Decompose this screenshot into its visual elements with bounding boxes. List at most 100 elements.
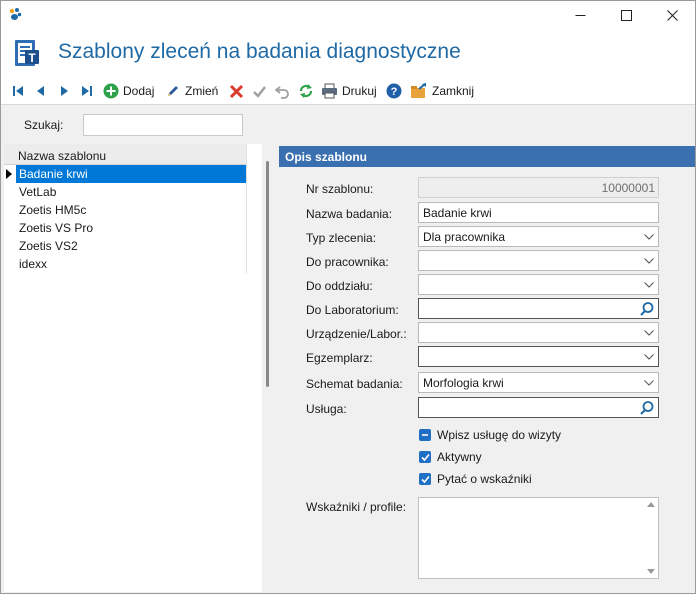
refresh-button[interactable] (298, 81, 314, 101)
schemat-badania-label: Schemat badania: (306, 377, 403, 391)
next-record-icon (61, 86, 68, 96)
nr-szablonu-label: Nr szablonu: (306, 182, 374, 196)
confirm-button[interactable] (252, 81, 267, 101)
list-item[interactable]: Badanie krwi (16, 165, 246, 183)
exit-folder-icon (411, 83, 426, 98)
pytac-checkbox[interactable]: Pytać o wskaźniki (419, 472, 532, 486)
edit-button-label: Zmień (185, 84, 219, 98)
search-icon[interactable] (639, 400, 655, 416)
minimize-button[interactable] (557, 1, 603, 29)
nazwa-badania-value: Badanie krwi (423, 206, 492, 220)
do-oddzialu-select[interactable] (418, 274, 659, 295)
close-form-button-label: Zamknij (432, 84, 475, 98)
current-row-pointer-icon (6, 169, 12, 179)
first-record-icon (13, 86, 23, 96)
last-record-button[interactable] (80, 81, 94, 101)
indeterminate-checkbox-icon (419, 429, 431, 441)
previous-record-icon (37, 86, 44, 96)
refresh-icon (299, 84, 313, 98)
scroll-up-icon[interactable] (647, 502, 655, 507)
close-icon (666, 9, 678, 21)
usluga-lookup[interactable] (418, 397, 659, 418)
template-list-panel: Nazwa szablonu Badanie krwi VetLab Zoeti… (4, 144, 262, 592)
chevron-down-icon (644, 258, 654, 264)
chevron-down-icon (644, 282, 654, 288)
checkbox-checked-icon (419, 451, 431, 463)
pencil-icon (168, 86, 178, 96)
printer-icon (322, 83, 337, 99)
chevron-down-icon (644, 234, 654, 240)
urzadzenie-label: Urządzenie/Labor.: (306, 327, 407, 341)
section-title: Opis szablonu (285, 150, 368, 164)
list-column-header-label: Nazwa szablonu (18, 149, 107, 163)
template-details-panel: Opis szablonu Nr szablonu: 10000001 Nazw… (279, 144, 695, 592)
app-logo-icon (9, 8, 22, 20)
help-icon: ? (386, 83, 402, 99)
wpisz-usluge-checkbox[interactable]: Wpisz usługę do wizyty (419, 428, 561, 442)
nr-szablonu-value: 10000001 (601, 181, 655, 195)
schemat-badania-select[interactable]: Morfologia krwi (418, 372, 659, 393)
add-button[interactable]: Dodaj (103, 81, 154, 101)
title-bar (1, 1, 695, 29)
usluga-label: Usługa: (306, 402, 347, 416)
chevron-down-icon (644, 330, 654, 336)
typ-zlecenia-value: Dla pracownika (423, 230, 506, 244)
nazwa-badania-input[interactable]: Badanie krwi (418, 202, 659, 223)
svg-text:?: ? (391, 86, 398, 98)
list-item[interactable]: Zoetis HM5c (16, 201, 246, 219)
last-record-icon (82, 86, 92, 96)
search-label: Szukaj: (24, 118, 64, 132)
list-column-header[interactable]: Nazwa szablonu (4, 144, 246, 165)
panel-splitter[interactable] (266, 161, 269, 387)
list-item[interactable]: Zoetis VS Pro (16, 219, 246, 237)
checkbox-checked-icon (419, 473, 431, 485)
do-laboratorium-label: Do Laboratorium: (306, 303, 399, 317)
list-item[interactable]: Zoetis VS2 (16, 237, 246, 255)
previous-record-button[interactable] (34, 81, 48, 101)
undo-button[interactable] (275, 81, 290, 101)
search-input[interactable] (83, 114, 243, 136)
aktywny-label: Aktywny (437, 450, 482, 464)
wpisz-usluge-label: Wpisz usługę do wizyty (437, 428, 562, 442)
urzadzenie-select[interactable] (418, 322, 659, 343)
chevron-down-icon (644, 354, 654, 360)
maximize-button[interactable] (603, 1, 649, 29)
typ-zlecenia-label: Typ zlecenia: (306, 231, 377, 245)
undo-icon (275, 85, 289, 99)
delete-button[interactable] (229, 81, 244, 101)
next-record-button[interactable] (57, 81, 71, 101)
maximize-icon (620, 9, 632, 21)
template-list: Badanie krwi VetLab Zoetis HM5c Zoetis V… (4, 165, 246, 273)
svg-text:T: T (28, 51, 36, 65)
typ-zlecenia-select[interactable]: Dla pracownika (418, 226, 659, 247)
toolbar: Dodaj Zmień Drukuj ? Zamknij (1, 75, 695, 105)
list-item[interactable]: VetLab (16, 183, 246, 201)
help-button[interactable]: ? (386, 81, 402, 101)
section-header: Opis szablonu (279, 146, 695, 167)
nazwa-badania-label: Nazwa badania: (306, 207, 393, 221)
wskazniki-textarea[interactable] (418, 497, 659, 579)
do-oddzialu-label: Do oddziału: (306, 279, 373, 293)
print-button[interactable]: Drukuj (321, 81, 377, 101)
chevron-down-icon (644, 380, 654, 386)
document-icon: T (15, 40, 39, 66)
search-icon[interactable] (639, 301, 655, 317)
wskazniki-label: Wskaźniki / profile: (306, 500, 407, 514)
aktywny-checkbox[interactable]: Aktywny (419, 450, 482, 464)
edit-button[interactable]: Zmień (165, 81, 218, 101)
schemat-badania-value: Morfologia krwi (423, 376, 504, 390)
do-pracownika-select[interactable] (418, 250, 659, 271)
page-title: Szablony zleceń na badania diagnostyczne (58, 40, 461, 63)
minimize-icon (575, 14, 585, 16)
add-button-label: Dodaj (123, 84, 155, 98)
delete-x-icon (229, 84, 244, 98)
scroll-down-icon[interactable] (647, 569, 655, 574)
egzemplarz-select[interactable] (418, 346, 659, 367)
close-window-button[interactable] (649, 1, 695, 29)
first-record-button[interactable] (11, 81, 25, 101)
do-laboratorium-lookup[interactable] (418, 298, 659, 319)
checkmark-icon (253, 85, 266, 98)
list-item[interactable]: idexx (16, 255, 246, 273)
nr-szablonu-field: 10000001 (418, 177, 659, 198)
close-form-button[interactable]: Zamknij (410, 81, 474, 101)
